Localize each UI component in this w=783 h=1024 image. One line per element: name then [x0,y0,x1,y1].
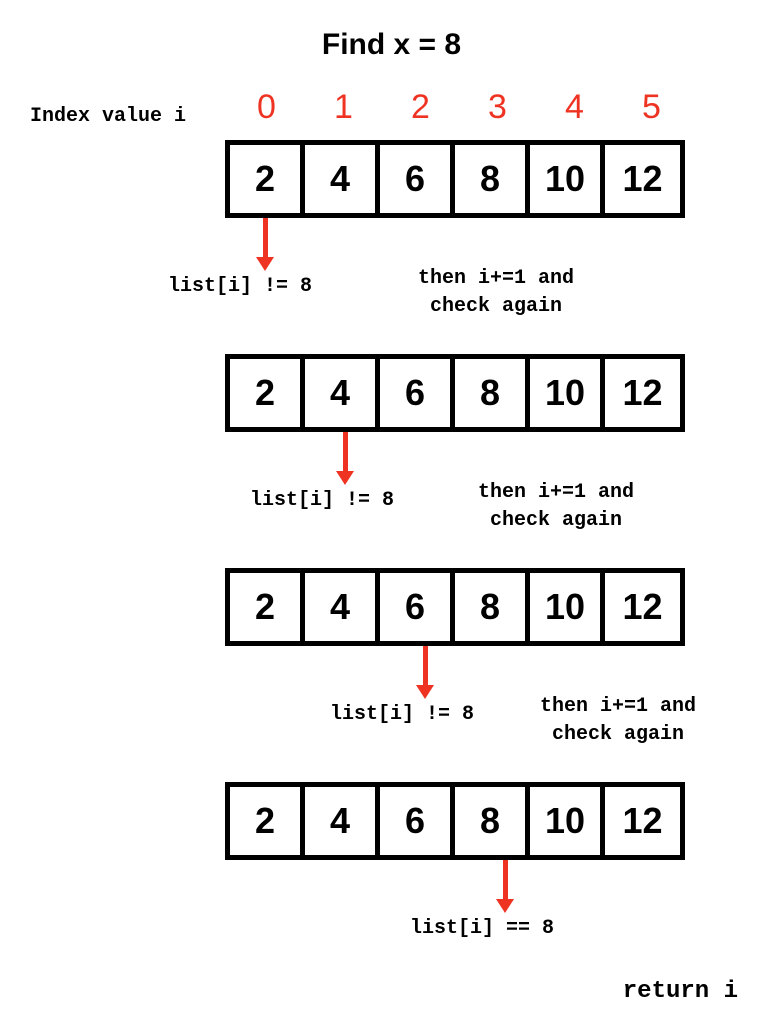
array-step-4: 2 4 6 8 10 12 [225,782,685,860]
cell: 10 [530,573,605,641]
index-0: 0 [228,88,305,127]
cell: 8 [455,359,530,427]
index-row: 0 1 2 3 4 5 [228,88,690,127]
step2-right-line2: check again [490,509,622,532]
step1-right-line2: check again [430,295,562,318]
cell: 2 [230,145,305,213]
return-text: return i [623,978,738,1005]
step3-result: list[i] != 8 [330,703,474,726]
step3-right-line2: check again [552,723,684,746]
cell: 2 [230,359,305,427]
cell: 8 [455,145,530,213]
step3-right-line1: then i+=1 and [540,695,696,718]
cell: 12 [605,145,680,213]
arrow-icon [496,860,514,913]
cell: 4 [305,787,380,855]
cell: 12 [605,787,680,855]
array-step-3: 2 4 6 8 10 12 [225,568,685,646]
cell: 12 [605,573,680,641]
cell: 2 [230,573,305,641]
step1-right: then i+=1 and check again [418,265,574,321]
step2-right-line1: then i+=1 and [478,481,634,504]
index-label: Index value i [30,105,186,128]
cell: 8 [455,787,530,855]
index-4: 4 [536,88,613,127]
step1-right-line1: then i+=1 and [418,267,574,290]
index-3: 3 [459,88,536,127]
step4-result: list[i] == 8 [410,917,554,940]
step1-result: list[i] != 8 [168,275,312,298]
step2-right: then i+=1 and check again [478,479,634,535]
arrow-icon [256,218,274,271]
cell: 4 [305,573,380,641]
index-1: 1 [305,88,382,127]
step2-result: list[i] != 8 [250,489,394,512]
cell: 4 [305,145,380,213]
cell: 10 [530,145,605,213]
arrow-icon [416,646,434,699]
cell: 12 [605,359,680,427]
arrow-icon [336,432,354,485]
cell: 6 [380,145,455,213]
cell: 10 [530,787,605,855]
cell: 6 [380,359,455,427]
title: Find x = 8 [0,28,783,62]
cell: 8 [455,573,530,641]
cell: 10 [530,359,605,427]
array-step-2: 2 4 6 8 10 12 [225,354,685,432]
array-step-1: 2 4 6 8 10 12 [225,140,685,218]
index-2: 2 [382,88,459,127]
cell: 6 [380,573,455,641]
cell: 6 [380,787,455,855]
cell: 2 [230,787,305,855]
index-5: 5 [613,88,690,127]
cell: 4 [305,359,380,427]
step3-right: then i+=1 and check again [540,693,696,749]
